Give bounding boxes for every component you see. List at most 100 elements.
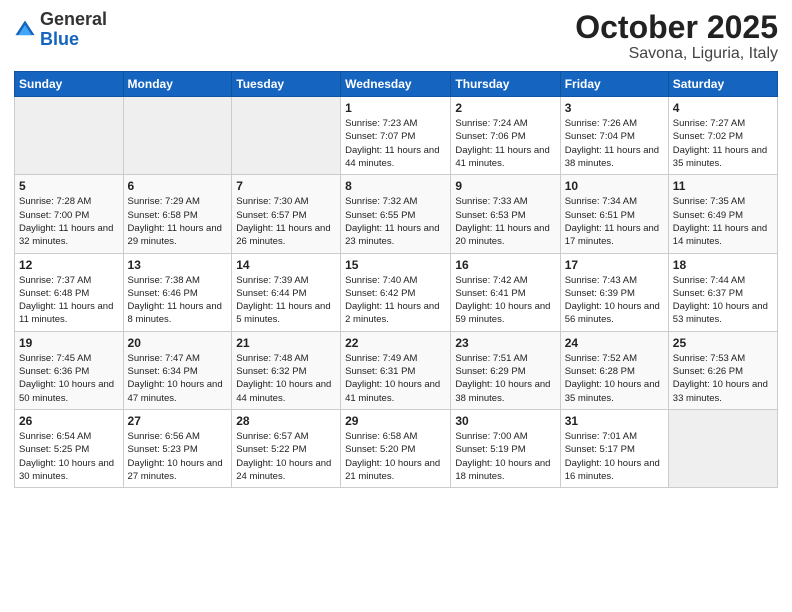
calendar-week-3: 19 Sunrise: 7:45 AM Sunset: 6:36 PM Dayli… [15,331,778,409]
calendar-cell: 26Sunrise: 6:54 AM Sunset: 5:25 PM Dayli… [15,409,124,487]
day-info: Sunrise: 7:43 AM Sunset: 6:39 PM Dayligh… [565,274,664,327]
day-number: 14 [236,258,336,272]
day-info: Sunrise: 7:30 AM Sunset: 6:57 PM Dayligh… [236,195,336,248]
day-number: 16 [455,258,555,272]
header-wednesday: Wednesday [341,72,451,97]
day-info: Sunrise: 7:45 AM Sunset: 6:36 PM Dayligh… [19,352,119,405]
day-info: Sunrise: 7:51 AM Sunset: 6:29 PM Dayligh… [455,352,555,405]
calendar-cell: 20 Sunrise: 7:47 AM Sunset: 6:34 PM Dayli… [123,331,232,409]
day-info: Sunrise: 7:24 AM Sunset: 7:06 PM Dayligh… [455,117,555,170]
calendar-cell: 18Sunrise: 7:44 AM Sunset: 6:37 PM Dayli… [668,253,777,331]
day-info: Sunrise: 6:57 AM Sunset: 5:22 PM Dayligh… [236,430,336,483]
day-number: 4 [673,101,773,115]
day-number: 26 [19,414,119,428]
day-number: 2 [455,101,555,115]
day-number: 8 [345,179,446,193]
day-info: Sunrise: 7:53 AM Sunset: 6:26 PM Dayligh… [673,352,773,405]
day-number: 31 [565,414,664,428]
day-info: Sunrise: 7:26 AM Sunset: 7:04 PM Dayligh… [565,117,664,170]
day-info: Sunrise: 7:52 AM Sunset: 6:28 PM Dayligh… [565,352,664,405]
logo: General Blue [14,10,107,50]
day-number: 19 [19,336,119,350]
calendar-cell: 10 Sunrise: 7:34 AM Sunset: 6:51 PM Dayli… [560,175,668,253]
day-info: Sunrise: 7:48 AM Sunset: 6:32 PM Dayligh… [236,352,336,405]
day-number: 12 [19,258,119,272]
calendar-cell: 15 Sunrise: 7:40 AM Sunset: 6:42 PM Dayli… [341,253,451,331]
day-number: 28 [236,414,336,428]
day-number: 6 [128,179,228,193]
day-info: Sunrise: 7:33 AM Sunset: 6:53 PM Dayligh… [455,195,555,248]
day-number: 5 [19,179,119,193]
title-block: October 2025 Savona, Liguria, Italy [575,10,778,63]
calendar-cell: 28 Sunrise: 6:57 AM Sunset: 5:22 PM Dayli… [232,409,341,487]
calendar-cell: 29Sunrise: 6:58 AM Sunset: 5:20 PM Dayli… [341,409,451,487]
calendar-cell: 16Sunrise: 7:42 AM Sunset: 6:41 PM Dayli… [451,253,560,331]
day-number: 18 [673,258,773,272]
day-number: 27 [128,414,228,428]
day-number: 20 [128,336,228,350]
day-number: 7 [236,179,336,193]
header-thursday: Thursday [451,72,560,97]
day-number: 3 [565,101,664,115]
calendar-cell: 5Sunrise: 7:28 AM Sunset: 7:00 PM Daylig… [15,175,124,253]
logo-general: General [40,9,107,29]
day-info: Sunrise: 7:35 AM Sunset: 6:49 PM Dayligh… [673,195,773,248]
day-info: Sunrise: 7:27 AM Sunset: 7:02 PM Dayligh… [673,117,773,170]
calendar-cell [123,97,232,175]
header-saturday: Saturday [668,72,777,97]
header: General Blue October 2025 Savona, Liguri… [14,10,778,63]
calendar-cell: 27 Sunrise: 6:56 AM Sunset: 5:23 PM Dayli… [123,409,232,487]
day-info: Sunrise: 6:58 AM Sunset: 5:20 PM Dayligh… [345,430,446,483]
calendar-cell [668,409,777,487]
calendar-header-row: Sunday Monday Tuesday Wednesday Thursday… [15,72,778,97]
calendar-week-4: 26Sunrise: 6:54 AM Sunset: 5:25 PM Dayli… [15,409,778,487]
calendar-cell: 22 Sunrise: 7:49 AM Sunset: 6:31 PM Dayli… [341,331,451,409]
day-info: Sunrise: 7:23 AM Sunset: 7:07 PM Dayligh… [345,117,446,170]
day-number: 21 [236,336,336,350]
calendar-cell: 2 Sunrise: 7:24 AM Sunset: 7:06 PM Daylig… [451,97,560,175]
calendar-body: 1 Sunrise: 7:23 AM Sunset: 7:07 PM Daylig… [15,97,778,488]
day-number: 10 [565,179,664,193]
calendar-cell: 23Sunrise: 7:51 AM Sunset: 6:29 PM Dayli… [451,331,560,409]
day-number: 22 [345,336,446,350]
calendar-cell: 9 Sunrise: 7:33 AM Sunset: 6:53 PM Daylig… [451,175,560,253]
day-info: Sunrise: 7:32 AM Sunset: 6:55 PM Dayligh… [345,195,446,248]
header-monday: Monday [123,72,232,97]
page: General Blue October 2025 Savona, Liguri… [0,0,792,612]
day-number: 1 [345,101,446,115]
logo-text: General Blue [40,10,107,50]
day-info: Sunrise: 7:47 AM Sunset: 6:34 PM Dayligh… [128,352,228,405]
calendar-cell [15,97,124,175]
logo-blue: Blue [40,29,79,49]
calendar-cell: 19 Sunrise: 7:45 AM Sunset: 6:36 PM Dayli… [15,331,124,409]
calendar-cell: 11 Sunrise: 7:35 AM Sunset: 6:49 PM Dayli… [668,175,777,253]
day-number: 30 [455,414,555,428]
logo-icon [14,19,36,41]
day-number: 24 [565,336,664,350]
day-info: Sunrise: 7:29 AM Sunset: 6:58 PM Dayligh… [128,195,228,248]
day-info: Sunrise: 7:00 AM Sunset: 5:19 PM Dayligh… [455,430,555,483]
calendar-cell: 13Sunrise: 7:38 AM Sunset: 6:46 PM Dayli… [123,253,232,331]
header-tuesday: Tuesday [232,72,341,97]
day-number: 9 [455,179,555,193]
calendar-subtitle: Savona, Liguria, Italy [575,45,778,63]
header-friday: Friday [560,72,668,97]
calendar-cell: 3 Sunrise: 7:26 AM Sunset: 7:04 PM Daylig… [560,97,668,175]
day-number: 15 [345,258,446,272]
calendar-cell [232,97,341,175]
day-info: Sunrise: 7:34 AM Sunset: 6:51 PM Dayligh… [565,195,664,248]
calendar-cell: 4 Sunrise: 7:27 AM Sunset: 7:02 PM Daylig… [668,97,777,175]
day-info: Sunrise: 7:49 AM Sunset: 6:31 PM Dayligh… [345,352,446,405]
day-info: Sunrise: 7:39 AM Sunset: 6:44 PM Dayligh… [236,274,336,327]
day-info: Sunrise: 7:01 AM Sunset: 5:17 PM Dayligh… [565,430,664,483]
calendar-cell: 6 Sunrise: 7:29 AM Sunset: 6:58 PM Daylig… [123,175,232,253]
day-number: 11 [673,179,773,193]
day-number: 17 [565,258,664,272]
header-sunday: Sunday [15,72,124,97]
calendar-cell: 8 Sunrise: 7:32 AM Sunset: 6:55 PM Daylig… [341,175,451,253]
calendar-week-0: 1 Sunrise: 7:23 AM Sunset: 7:07 PM Daylig… [15,97,778,175]
day-info: Sunrise: 6:56 AM Sunset: 5:23 PM Dayligh… [128,430,228,483]
calendar-cell: 30 Sunrise: 7:00 AM Sunset: 5:19 PM Dayli… [451,409,560,487]
day-info: Sunrise: 7:40 AM Sunset: 6:42 PM Dayligh… [345,274,446,327]
calendar-table: Sunday Monday Tuesday Wednesday Thursday… [14,71,778,488]
